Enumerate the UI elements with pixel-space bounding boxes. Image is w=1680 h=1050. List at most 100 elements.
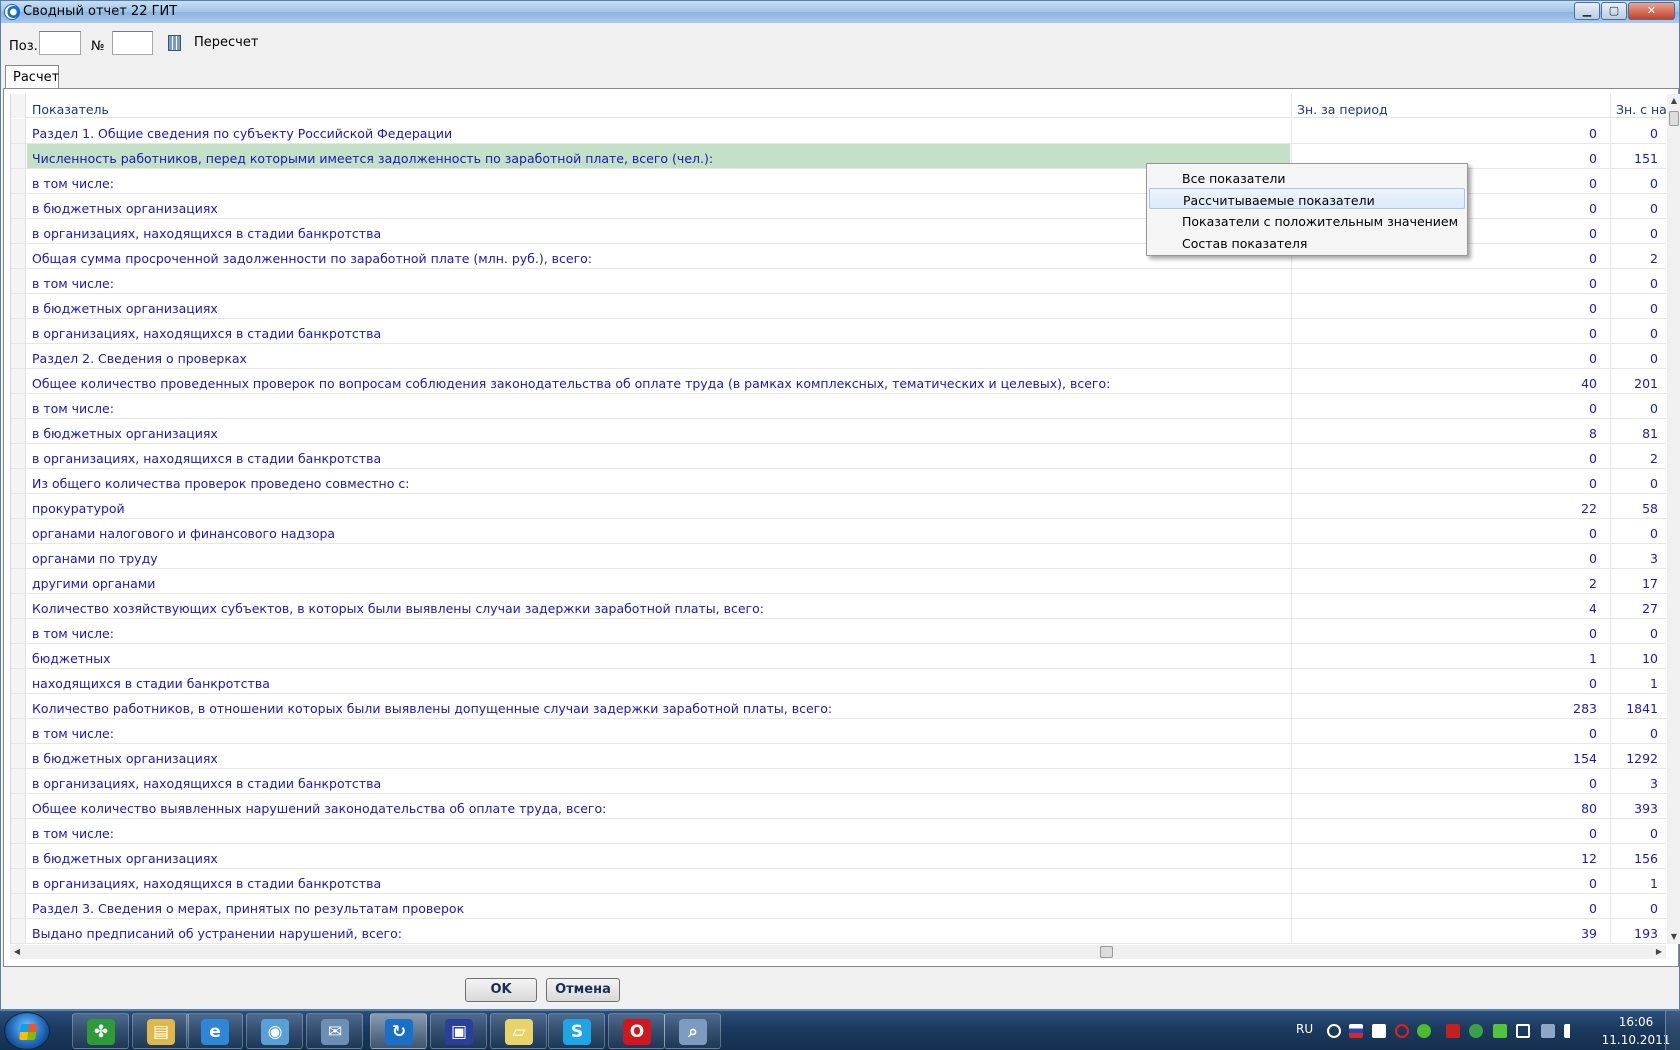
clover-tray-icon[interactable]: [1417, 1024, 1431, 1038]
row-selector[interactable]: [11, 719, 26, 743]
number-input[interactable]: [112, 31, 153, 55]
row-selector[interactable]: [11, 494, 26, 518]
cell-period-value[interactable]: 2: [1291, 569, 1609, 593]
table-row[interactable]: Общее количество проведенных проверок по…: [11, 369, 1666, 394]
position-input[interactable]: [39, 31, 81, 55]
row-selector[interactable]: [11, 569, 26, 593]
cell-ytd-value[interactable]: 0: [1610, 194, 1666, 218]
cell-indicator-name[interactable]: в организациях, находящихся в стадии бан…: [27, 869, 1290, 893]
tray-app-icon[interactable]: [1372, 1024, 1386, 1038]
horizontal-scrollbar[interactable]: ◀ ▶: [10, 945, 1666, 959]
cell-indicator-name[interactable]: в бюджетных организациях: [27, 844, 1290, 868]
cell-period-value[interactable]: 0: [1291, 819, 1609, 843]
cell-ytd-value[interactable]: 0: [1610, 344, 1666, 368]
cell-indicator-name[interactable]: Раздел 1. Общие сведения по субъекту Рос…: [27, 119, 1290, 143]
row-selector[interactable]: [11, 519, 26, 543]
cell-period-value[interactable]: 8: [1291, 419, 1609, 443]
cell-indicator-name[interactable]: Количество работников, в отношении котор…: [27, 694, 1290, 718]
row-selector[interactable]: [11, 894, 26, 918]
menu-item-positive-indicators[interactable]: Показатели с положительным значением: [1149, 210, 1465, 231]
table-row[interactable]: Раздел 2. Сведения о проверках 0 0: [11, 344, 1666, 369]
cell-ytd-value[interactable]: 0: [1610, 319, 1666, 343]
taskbar-app-button[interactable]: ✤: [72, 1013, 129, 1049]
table-row[interactable]: прокуратурой 22 58: [11, 494, 1666, 519]
taskbar-app-button[interactable]: ▱: [490, 1013, 547, 1049]
row-selector[interactable]: [11, 169, 26, 193]
network-icon[interactable]: [1541, 1024, 1555, 1038]
cell-ytd-value[interactable]: 3: [1610, 769, 1666, 793]
row-selector[interactable]: [11, 219, 26, 243]
row-selector[interactable]: [11, 344, 26, 368]
opera-tray-icon[interactable]: [1395, 1024, 1409, 1038]
row-selector[interactable]: [11, 394, 26, 418]
scroll-left-icon[interactable]: ◀: [10, 945, 24, 959]
cell-ytd-value[interactable]: 0: [1610, 119, 1666, 143]
table-row[interactable]: Количество работников, в отношении котор…: [11, 694, 1666, 719]
cell-period-value[interactable]: 0: [1291, 344, 1609, 368]
cell-period-value[interactable]: 1: [1291, 644, 1609, 668]
row-selector[interactable]: [11, 919, 26, 943]
vertical-scroll-thumb[interactable]: [1669, 111, 1679, 126]
table-row[interactable]: Общее количество выявленных нарушений за…: [11, 794, 1666, 819]
cell-period-value[interactable]: 0: [1291, 769, 1609, 793]
language-indicator[interactable]: RU: [1296, 1022, 1313, 1036]
table-row[interactable]: Количество хозяйствующих субъектов, в ко…: [11, 594, 1666, 619]
cell-indicator-name[interactable]: прокуратурой: [27, 494, 1290, 518]
table-row[interactable]: в бюджетных организациях 8 81: [11, 419, 1666, 444]
cell-indicator-name[interactable]: в том числе:: [27, 169, 1290, 193]
table-row[interactable]: находящихся в стадии банкротства 0 1: [11, 669, 1666, 694]
table-row[interactable]: в бюджетных организациях 154 1292: [11, 744, 1666, 769]
vertical-scrollbar[interactable]: ▲ ▼: [1667, 94, 1680, 944]
cell-period-value[interactable]: 22: [1291, 494, 1609, 518]
cancel-button[interactable]: Отмена: [546, 978, 620, 1002]
recalc-button[interactable]: Пересчет: [194, 35, 258, 50]
volume-icon[interactable]: [1564, 1024, 1578, 1038]
taskbar-app-button[interactable]: e: [186, 1013, 243, 1049]
table-row[interactable]: в бюджетных организациях 0 0: [11, 294, 1666, 319]
cell-period-value[interactable]: 0: [1291, 469, 1609, 493]
update-icon[interactable]: [1469, 1024, 1483, 1038]
row-selector[interactable]: [11, 794, 26, 818]
cell-indicator-name[interactable]: в том числе:: [27, 719, 1290, 743]
cell-period-value[interactable]: 80: [1291, 794, 1609, 818]
cell-indicator-name[interactable]: Численность работников, перед которыми и…: [27, 144, 1290, 168]
row-selector[interactable]: [11, 619, 26, 643]
table-row[interactable]: бюджетных 1 10: [11, 644, 1666, 669]
cell-ytd-value[interactable]: 201: [1610, 369, 1666, 393]
cell-ytd-value[interactable]: 151: [1610, 144, 1666, 168]
cell-indicator-name[interactable]: в том числе:: [27, 269, 1290, 293]
power-icon[interactable]: [1327, 1024, 1341, 1038]
cell-ytd-value[interactable]: 27: [1610, 594, 1666, 618]
cell-period-value[interactable]: 0: [1291, 319, 1609, 343]
cell-indicator-name[interactable]: Общая сумма просроченной задолженности п…: [27, 244, 1290, 268]
table-row[interactable]: в том числе: 0 0: [11, 719, 1666, 744]
cell-ytd-value[interactable]: 58: [1610, 494, 1666, 518]
cell-indicator-name[interactable]: бюджетных: [27, 644, 1290, 668]
table-row[interactable]: в том числе: 0 0: [11, 394, 1666, 419]
cell-ytd-value[interactable]: 193: [1610, 919, 1666, 943]
calculator-icon[interactable]: [168, 35, 181, 51]
table-row[interactable]: органами налогового и финансового надзор…: [11, 519, 1666, 544]
cell-ytd-value[interactable]: 0: [1610, 269, 1666, 293]
taskbar-app-button[interactable]: ✉: [306, 1013, 363, 1049]
cell-period-value[interactable]: 39: [1291, 919, 1609, 943]
table-row[interactable]: Выдано предписаний об устранении нарушен…: [11, 919, 1666, 944]
cell-indicator-name[interactable]: в бюджетных организациях: [27, 194, 1290, 218]
row-selector[interactable]: [11, 869, 26, 893]
cell-ytd-value[interactable]: 0: [1610, 619, 1666, 643]
cell-period-value[interactable]: 154: [1291, 744, 1609, 768]
tab-calculation[interactable]: Расчет: [5, 65, 59, 89]
cell-ytd-value[interactable]: 0: [1610, 169, 1666, 193]
row-selector[interactable]: [11, 294, 26, 318]
scroll-up-icon[interactable]: ▲: [1667, 94, 1680, 108]
row-selector[interactable]: [11, 594, 26, 618]
table-row[interactable]: Раздел 1. Общие сведения по субъекту Рос…: [11, 119, 1666, 144]
table-row[interactable]: в организациях, находящихся в стадии бан…: [11, 769, 1666, 794]
row-selector[interactable]: [11, 769, 26, 793]
row-selector[interactable]: [11, 119, 26, 143]
taskbar-app-button[interactable]: ◉: [246, 1013, 303, 1049]
row-selector[interactable]: [11, 544, 26, 568]
cell-ytd-value[interactable]: 1292: [1610, 744, 1666, 768]
row-selector[interactable]: [11, 819, 26, 843]
cell-period-value[interactable]: 0: [1291, 719, 1609, 743]
